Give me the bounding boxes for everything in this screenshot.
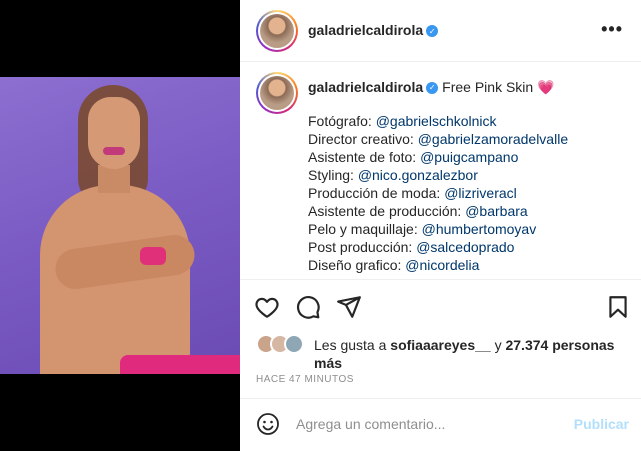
- credit-line: Fotógrafo: @gabrielschkolnick: [308, 113, 497, 129]
- action-bar: [240, 279, 641, 331]
- post-panel: galadrielcaldirola ✓ ••• galadrielcaldiro…: [240, 0, 641, 451]
- comment-input[interactable]: [296, 413, 556, 435]
- credit-line: Director creativo: @gabrielzamoradelvall…: [308, 131, 569, 147]
- credit-handle-link[interactable]: @nicordelia: [405, 257, 479, 273]
- photo-lips: [103, 147, 125, 155]
- share-icon[interactable]: [336, 294, 362, 320]
- credit-line: Styling: @nico.gonzalezbor: [308, 167, 478, 183]
- credit-line: Asistente de foto: @puigcampano: [308, 149, 519, 165]
- photo-neck: [98, 165, 130, 193]
- avatar[interactable]: [256, 10, 298, 52]
- caption-area: galadrielcaldirola ✓ Free Pink Skin 💗 Fotó…: [240, 62, 641, 279]
- likes-text: Les gusta a sofiaaareyes__ y 27.374 pers…: [314, 337, 615, 371]
- bookmark-icon[interactable]: [605, 294, 631, 320]
- credit-handle-link[interactable]: @humbertomoyav: [422, 221, 537, 237]
- caption-avatar[interactable]: [256, 72, 298, 114]
- photo-face: [88, 97, 140, 169]
- post-media: [0, 0, 240, 451]
- verified-icon: ✓: [426, 82, 439, 95]
- avatar-image: [260, 14, 294, 48]
- photo-glove: [140, 247, 166, 265]
- credit-line: Post producción: @salcedoprado: [308, 239, 515, 255]
- credit-handle-link[interactable]: @gabrielzamoradelvalle: [418, 131, 568, 147]
- credit-line: Producción de moda: @lizriveracl: [308, 185, 517, 201]
- username-text[interactable]: galadrielcaldirola: [308, 22, 423, 38]
- credit-handle-link[interactable]: @gabrielschkolnick: [376, 113, 497, 129]
- caption-credits: Fotógrafo: @gabrielschkolnick Director c…: [308, 112, 568, 274]
- credit-handle-link[interactable]: @nico.gonzalezbor: [358, 167, 478, 183]
- avatar[interactable]: [284, 334, 304, 354]
- publish-button[interactable]: Publicar: [574, 416, 629, 432]
- credit-line: Pelo y maquillaje: @humbertomoyav: [308, 221, 537, 237]
- caption-header: galadrielcaldirola ✓ Free Pink Skin 💗: [308, 78, 555, 96]
- caption-username[interactable]: galadrielcaldirola ✓: [308, 79, 439, 95]
- verified-icon: ✓: [426, 25, 439, 38]
- credit-line: Diseño grafico: @nicordelia: [308, 257, 480, 273]
- credit-line: Asistente de producción: @barbara: [308, 203, 528, 219]
- comment-bar: Publicar: [240, 398, 641, 451]
- post-timestamp[interactable]: HACE 47 MINUTOS: [256, 374, 354, 385]
- photo-skirt: [120, 355, 240, 374]
- likes-avatars: [256, 334, 312, 354]
- heart-icon[interactable]: [254, 294, 280, 320]
- comment-icon[interactable]: [295, 294, 321, 320]
- avatar-image: [260, 76, 294, 110]
- post-header: galadrielcaldirola ✓ •••: [240, 0, 641, 62]
- more-icon[interactable]: •••: [601, 20, 623, 38]
- likes-user-link[interactable]: sofiaaareyes__: [390, 337, 490, 353]
- caption-text: Free Pink Skin 💗: [442, 79, 555, 95]
- credit-handle-link[interactable]: @lizriveracl: [444, 185, 517, 201]
- post-photo[interactable]: [0, 77, 240, 374]
- header-username[interactable]: galadrielcaldirola ✓: [308, 22, 439, 38]
- credit-handle-link[interactable]: @barbara: [465, 203, 527, 219]
- credit-handle-link[interactable]: @puigcampano: [420, 149, 518, 165]
- credit-handle-link[interactable]: @salcedoprado: [416, 239, 514, 255]
- emoji-icon[interactable]: [256, 412, 280, 436]
